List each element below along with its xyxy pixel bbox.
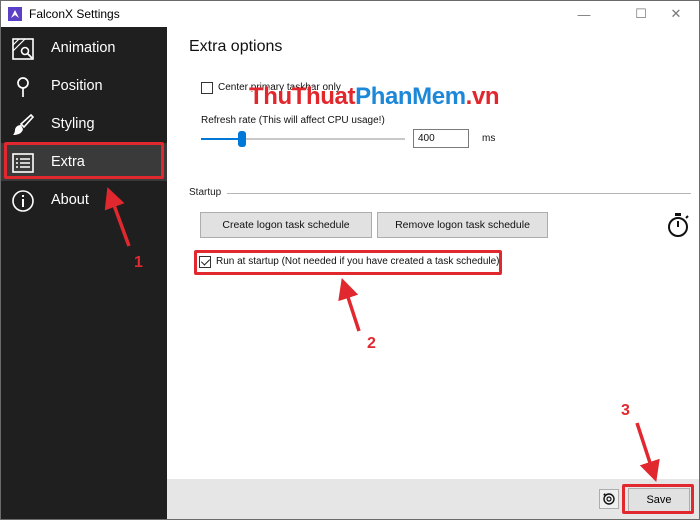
- sidebar-item-about[interactable]: About: [1, 181, 167, 219]
- startup-section-label: Startup: [189, 187, 222, 198]
- sidebar-item-extra[interactable]: Extra: [1, 143, 167, 181]
- animation-icon: [12, 38, 34, 60]
- title-bar: FalconX Settings — ☐ ✕: [1, 1, 699, 27]
- sidebar: Animation Position Styling Extra About: [1, 27, 167, 519]
- save-button[interactable]: Save: [628, 488, 690, 512]
- close-button[interactable]: ✕: [653, 1, 699, 27]
- watermark-part-3: .vn: [465, 83, 500, 110]
- info-icon: [12, 190, 34, 212]
- annotation-number-3: 3: [621, 402, 630, 419]
- watermark-part-1: ThuThuat: [249, 83, 356, 110]
- restore-defaults-button[interactable]: [599, 489, 619, 509]
- restore-icon: [603, 493, 615, 505]
- refresh-rate-slider-fill: [201, 138, 242, 140]
- create-logon-task-button[interactable]: Create logon task schedule: [200, 212, 372, 238]
- stopwatch-icon: [668, 213, 689, 237]
- window-title: FalconX Settings: [29, 7, 120, 21]
- annotation-number-1: 1: [134, 254, 143, 271]
- minimize-button[interactable]: —: [561, 1, 607, 27]
- paintbrush-icon: [13, 113, 35, 135]
- falconx-app-icon: [8, 7, 22, 21]
- run-at-startup-checkbox[interactable]: [199, 256, 211, 268]
- remove-logon-task-button[interactable]: Remove logon task schedule: [377, 212, 548, 238]
- watermark-logo: ThuThuatPhanMem.vn: [249, 83, 500, 111]
- refresh-rate-unit: ms: [482, 133, 496, 144]
- sidebar-item-animation[interactable]: Animation: [1, 29, 167, 67]
- settings-window: FalconX Settings — ☐ ✕ Animation Positio…: [0, 0, 700, 520]
- annotation-number-2: 2: [367, 335, 376, 352]
- sidebar-item-label: Styling: [51, 116, 95, 132]
- position-pin-icon: [17, 77, 29, 97]
- sidebar-item-label: Extra: [51, 154, 85, 170]
- refresh-rate-input[interactable]: [413, 129, 469, 148]
- section-divider: [227, 193, 691, 194]
- watermark-part-2: PhanMem: [355, 83, 466, 110]
- refresh-rate-slider-thumb[interactable]: [237, 131, 246, 147]
- sidebar-item-label: Animation: [51, 40, 116, 56]
- center-taskbar-checkbox[interactable]: [201, 82, 213, 94]
- extra-grid-icon: [12, 153, 34, 173]
- run-at-startup-label: Run at startup (Not needed if you have c…: [216, 256, 500, 267]
- sidebar-item-position[interactable]: Position: [1, 67, 167, 105]
- sidebar-item-styling[interactable]: Styling: [1, 105, 167, 143]
- page-title: Extra options: [189, 38, 283, 55]
- footer-bar: Save: [167, 479, 699, 519]
- sidebar-item-label: Position: [51, 78, 103, 94]
- sidebar-item-label: About: [51, 192, 89, 208]
- refresh-rate-label: Refresh rate (This will affect CPU usage…: [201, 115, 385, 126]
